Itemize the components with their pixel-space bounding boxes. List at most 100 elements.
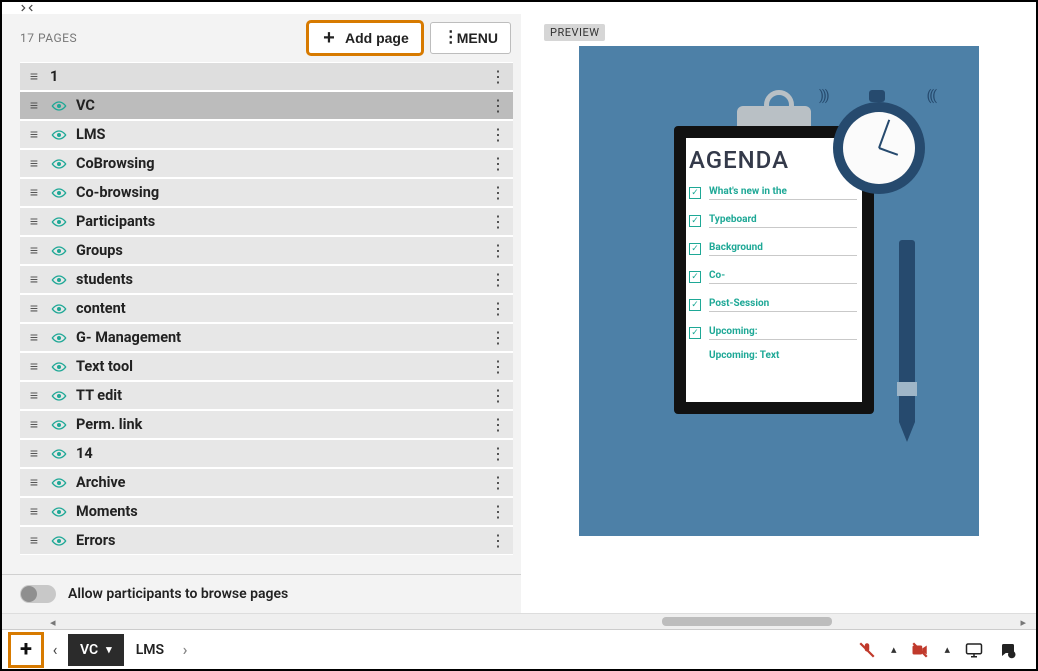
page-title: Text tool: [76, 358, 489, 375]
horizontal-scrollbar[interactable]: ◂ ▸: [2, 613, 1036, 629]
visibility-icon[interactable]: [50, 361, 68, 373]
drag-handle-icon[interactable]: ≡: [26, 358, 42, 375]
row-more-button[interactable]: ⋮: [489, 386, 507, 405]
row-more-button[interactable]: ⋮: [489, 212, 507, 231]
add-tab-button[interactable]: +: [10, 634, 42, 666]
visibility-icon[interactable]: [50, 390, 68, 402]
visibility-icon[interactable]: [50, 419, 68, 431]
visibility-icon[interactable]: [50, 187, 68, 199]
visibility-icon[interactable]: [50, 303, 68, 315]
screen-share-icon[interactable]: [964, 640, 984, 660]
check-icon: [689, 215, 701, 227]
visibility-icon[interactable]: [50, 332, 68, 344]
drag-handle-icon[interactable]: ≡: [26, 300, 42, 317]
visibility-icon[interactable]: [50, 506, 68, 518]
page-row[interactable]: ≡ LMS⋮: [20, 120, 513, 149]
tab-vc[interactable]: VC ▾: [68, 634, 124, 666]
page-title: Errors: [76, 532, 489, 549]
menu-label: MENU: [457, 30, 498, 46]
mic-options-button[interactable]: ▴: [891, 643, 897, 656]
drag-handle-icon[interactable]: ≡: [26, 329, 42, 346]
page-row[interactable]: ≡TT edit⋮: [20, 381, 513, 410]
prev-tab-button[interactable]: ‹: [42, 640, 68, 659]
page-list: ≡1⋮≡VC⋮≡LMS⋮≡CoBrowsing⋮≡Co-browsing⋮≡Pa…: [2, 62, 521, 574]
row-more-button[interactable]: ⋮: [489, 96, 507, 115]
bottom-tabbar: + ‹ VC ▾ LMS › ▴ ▴: [2, 629, 1036, 669]
pen-icon: [897, 232, 917, 457]
drag-handle-icon[interactable]: ≡: [26, 271, 42, 288]
page-row[interactable]: ≡Perm. link⋮: [20, 410, 513, 439]
add-page-button[interactable]: + Add page: [308, 22, 422, 54]
row-more-button[interactable]: ⋮: [489, 241, 507, 260]
camera-off-icon[interactable]: [910, 640, 930, 660]
drag-handle-icon[interactable]: ≡: [26, 387, 42, 404]
allow-browse-toggle[interactable]: [20, 585, 56, 603]
visibility-icon[interactable]: [50, 129, 68, 141]
drag-handle-icon[interactable]: ≡: [26, 416, 42, 433]
preview-panel: PREVIEW AGENDA What's new in theTypeboar…: [522, 14, 1036, 613]
tab-lms[interactable]: LMS ›: [124, 634, 210, 666]
visibility-icon[interactable]: [50, 158, 68, 170]
page-row[interactable]: ≡content⋮: [20, 294, 513, 323]
page-row[interactable]: ≡VC⋮: [20, 91, 513, 120]
row-more-button[interactable]: ⋮: [489, 299, 507, 318]
drag-handle-icon[interactable]: ≡: [26, 155, 42, 172]
page-row[interactable]: ≡Moments⋮: [20, 497, 513, 526]
row-more-button[interactable]: ⋮: [489, 444, 507, 463]
preview-thumbnail: AGENDA What's new in theTypeboardBackgro…: [579, 46, 979, 536]
collapse-icon[interactable]: [2, 2, 1036, 14]
page-row[interactable]: ≡Archive⋮: [20, 468, 513, 497]
drag-handle-icon[interactable]: ≡: [26, 126, 42, 143]
visibility-icon[interactable]: [50, 100, 68, 112]
camera-options-button[interactable]: ▴: [944, 643, 950, 656]
row-more-button[interactable]: ⋮: [489, 270, 507, 289]
page-title: 14: [76, 445, 489, 462]
drag-handle-icon[interactable]: ≡: [26, 97, 42, 114]
page-row[interactable]: ≡1⋮: [20, 62, 513, 91]
page-count-label: 17 PAGES: [20, 31, 77, 45]
page-row[interactable]: ≡ Co-browsing⋮: [20, 178, 513, 207]
agenda-item: Upcoming:: [689, 326, 857, 340]
row-more-button[interactable]: ⋮: [489, 154, 507, 173]
page-row[interactable]: ≡ CoBrowsing⋮: [20, 149, 513, 178]
check-icon: [689, 299, 701, 311]
row-more-button[interactable]: ⋮: [489, 125, 507, 144]
page-row[interactable]: ≡G- Management⋮: [20, 323, 513, 352]
page-row[interactable]: ≡ Text tool⋮: [20, 352, 513, 381]
visibility-icon[interactable]: [50, 477, 68, 489]
page-row[interactable]: ≡students⋮: [20, 265, 513, 294]
visibility-icon[interactable]: [50, 216, 68, 228]
mic-muted-icon[interactable]: [857, 640, 877, 660]
row-more-button[interactable]: ⋮: [489, 183, 507, 202]
drag-handle-icon[interactable]: ≡: [26, 213, 42, 230]
row-more-button[interactable]: ⋮: [489, 502, 507, 521]
drag-handle-icon[interactable]: ≡: [26, 474, 42, 491]
row-more-button[interactable]: ⋮: [489, 415, 507, 434]
visibility-icon[interactable]: [50, 245, 68, 257]
visibility-icon[interactable]: [50, 448, 68, 460]
drag-handle-icon[interactable]: ≡: [26, 445, 42, 462]
row-more-button[interactable]: ⋮: [489, 67, 507, 86]
row-more-button[interactable]: ⋮: [489, 328, 507, 347]
page-row[interactable]: ≡ 14⋮: [20, 439, 513, 468]
agenda-item-label: Upcoming:: [709, 326, 857, 340]
drag-handle-icon[interactable]: ≡: [26, 242, 42, 259]
page-row[interactable]: ≡Groups⋮: [20, 236, 513, 265]
page-title: CoBrowsing: [76, 155, 489, 172]
row-more-button[interactable]: ⋮: [489, 357, 507, 376]
row-more-button[interactable]: ⋮: [489, 473, 507, 492]
visibility-icon[interactable]: [50, 274, 68, 286]
page-title: Co-browsing: [76, 184, 489, 201]
page-row[interactable]: ≡Participants⋮: [20, 207, 513, 236]
drag-handle-icon[interactable]: ≡: [26, 184, 42, 201]
chat-icon[interactable]: [998, 640, 1018, 660]
drag-handle-icon[interactable]: ≡: [26, 532, 42, 549]
drag-handle-icon[interactable]: ≡: [26, 68, 42, 85]
preview-badge: PREVIEW: [544, 24, 605, 41]
menu-button[interactable]: ⋮ MENU: [430, 22, 511, 54]
page-title: LMS: [76, 126, 489, 143]
drag-handle-icon[interactable]: ≡: [26, 503, 42, 520]
page-row[interactable]: ≡ Errors⋮: [20, 526, 513, 555]
row-more-button[interactable]: ⋮: [489, 531, 507, 550]
visibility-icon[interactable]: [50, 535, 68, 547]
